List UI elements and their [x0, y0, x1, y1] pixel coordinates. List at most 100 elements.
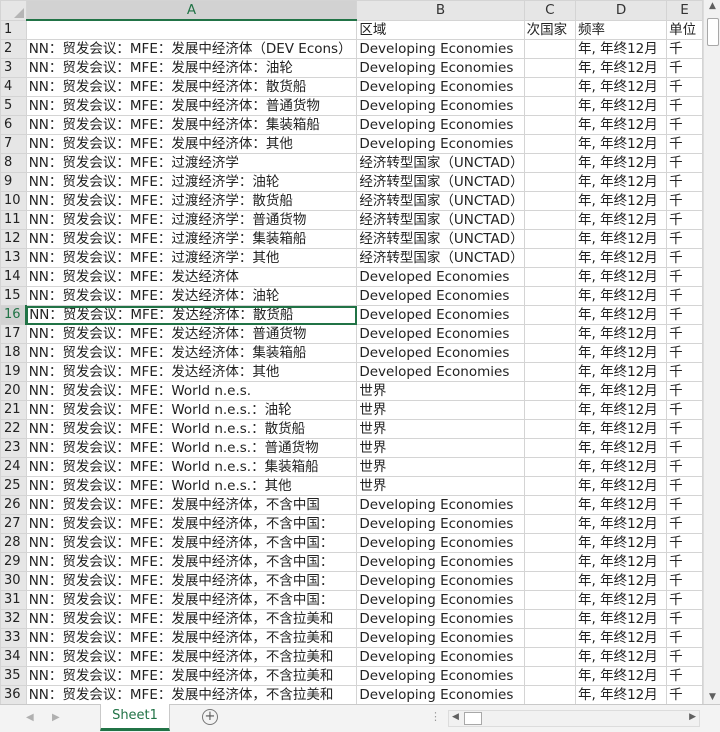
cell-a[interactable]: NN：贸发会议：MFE：发达经济体：其他 — [25, 362, 358, 382]
cell-a[interactable]: NN：贸发会议：MFE：发展中经济体，不含中国： — [25, 533, 358, 553]
row-header[interactable]: 2 — [0, 39, 27, 59]
cell-d[interactable]: 年, 年终12月 — [574, 248, 668, 268]
scroll-down-icon[interactable]: ▼ — [704, 692, 720, 702]
cell-e[interactable]: 千 — [666, 343, 703, 363]
cell-e[interactable]: 千 — [666, 362, 703, 382]
scroll-up-icon[interactable]: ▲ — [704, 1, 720, 11]
cell-e[interactable]: 千 — [666, 457, 703, 477]
cell-a[interactable]: NN：贸发会议：MFE：World n.e.s.：集装箱船 — [25, 457, 358, 477]
cell-c[interactable] — [523, 115, 576, 135]
cell-c[interactable] — [523, 267, 576, 287]
cell-c[interactable] — [523, 324, 576, 344]
row-header[interactable]: 18 — [0, 343, 27, 363]
cell-b[interactable]: Developing Economies — [356, 514, 525, 534]
cell-c[interactable] — [523, 400, 576, 420]
cell-c[interactable] — [523, 590, 576, 610]
row-header[interactable]: 13 — [0, 248, 27, 268]
cell-d[interactable]: 年, 年终12月 — [574, 267, 668, 287]
cell-c[interactable] — [523, 381, 576, 401]
cell-a[interactable]: NN：贸发会议：MFE：发展中经济体：散货船 — [25, 77, 358, 97]
cell-b[interactable]: Developing Economies — [356, 77, 525, 97]
cell-c[interactable] — [523, 153, 576, 173]
cell-c[interactable] — [523, 666, 576, 686]
cell-e[interactable]: 千 — [666, 476, 703, 496]
cell-e[interactable]: 千 — [666, 305, 703, 325]
row-header[interactable]: 19 — [0, 362, 27, 382]
cell-a[interactable]: NN：贸发会议：MFE：World n.e.s.：油轮 — [25, 400, 358, 420]
cell-e[interactable]: 千 — [666, 58, 703, 78]
cell-d[interactable]: 年, 年终12月 — [574, 381, 668, 401]
cell-c[interactable] — [523, 438, 576, 458]
cell-e[interactable]: 千 — [666, 628, 703, 648]
cell-e[interactable]: 千 — [666, 590, 703, 610]
cell-b[interactable]: Developing Economies — [356, 495, 525, 515]
cell-a[interactable]: NN：贸发会议：MFE：发展中经济体，不含拉美和 — [25, 609, 358, 629]
cell-a[interactable]: NN：贸发会议：MFE：发展中经济体（DEV Econs） — [25, 39, 358, 59]
scroll-left-icon[interactable]: ◀ — [452, 712, 459, 722]
cell-c[interactable] — [523, 58, 576, 78]
cell-d[interactable]: 年, 年终12月 — [574, 58, 668, 78]
cell-a[interactable]: NN：贸发会议：MFE：发展中经济体，不含中国： — [25, 571, 358, 591]
cell-b[interactable]: 世界 — [356, 381, 525, 401]
cell-d[interactable]: 年, 年终12月 — [574, 77, 668, 97]
cell-a[interactable]: NN：贸发会议：MFE：过渡经济学：油轮 — [25, 172, 358, 192]
cell-e[interactable]: 千 — [666, 172, 703, 192]
cell-c[interactable] — [523, 210, 576, 230]
cell-b[interactable]: Developing Economies — [356, 609, 525, 629]
cell-e[interactable]: 千 — [666, 666, 703, 686]
cell-c[interactable] — [523, 343, 576, 363]
cell-b[interactable]: Developed Economies — [356, 362, 525, 382]
cell-b[interactable]: 世界 — [356, 419, 525, 439]
cell-c[interactable] — [523, 685, 576, 704]
row-header[interactable]: 27 — [0, 514, 27, 534]
cell-b[interactable]: 世界 — [356, 438, 525, 458]
cell-e[interactable]: 千 — [666, 533, 703, 553]
cell-b[interactable]: Developing Economies — [356, 134, 525, 154]
cell-e[interactable]: 千 — [666, 324, 703, 344]
cell-a[interactable]: NN：贸发会议：MFE：发展中经济体：其他 — [25, 134, 358, 154]
row-header[interactable]: 22 — [0, 419, 27, 439]
row-header[interactable]: 26 — [0, 495, 27, 515]
cell-d[interactable]: 年, 年终12月 — [574, 590, 668, 610]
row-header[interactable]: 11 — [0, 210, 27, 230]
cell-d[interactable]: 年, 年终12月 — [574, 571, 668, 591]
cell-a[interactable]: NN：贸发会议：MFE：过渡经济学：集装箱船 — [25, 229, 358, 249]
cell-c[interactable] — [523, 552, 576, 572]
cell-a[interactable]: NN：贸发会议：MFE：发展中经济体，不含中国： — [25, 590, 358, 610]
cell-b[interactable]: Developing Economies — [356, 628, 525, 648]
cell-d[interactable]: 年, 年终12月 — [574, 286, 668, 306]
cell-a[interactable]: NN：贸发会议：MFE：发展中经济体：普通货物 — [25, 96, 358, 116]
cell-e[interactable]: 千 — [666, 115, 703, 135]
next-sheet-icon[interactable]: ▶ — [52, 712, 60, 723]
cell-b[interactable]: 世界 — [356, 400, 525, 420]
cell-a[interactable]: NN：贸发会议：MFE：World n.e.s.：散货船 — [25, 419, 358, 439]
cell-d[interactable]: 年, 年终12月 — [574, 438, 668, 458]
cell-c[interactable] — [523, 495, 576, 515]
cell-d[interactable]: 年, 年终12月 — [574, 324, 668, 344]
cell-e[interactable]: 千 — [666, 571, 703, 591]
cell-a[interactable]: NN：贸发会议：MFE：发展中经济体，不含中国 — [25, 495, 358, 515]
row-header[interactable]: 4 — [0, 77, 27, 97]
cell-b[interactable]: Developing Economies — [356, 115, 525, 135]
cell-b[interactable]: Developing Economies — [356, 533, 525, 553]
cell-b[interactable]: Developing Economies — [356, 58, 525, 78]
cell-b[interactable]: 经济转型国家（UNCTAD） — [356, 153, 525, 173]
row-header[interactable]: 1 — [0, 19, 27, 40]
sheet-tab-sheet1[interactable]: Sheet1 — [100, 704, 170, 731]
column-header-e[interactable]: E — [666, 0, 703, 21]
cell-b[interactable]: Developed Economies — [356, 324, 525, 344]
cell-c[interactable] — [523, 191, 576, 211]
cell-d[interactable]: 年, 年终12月 — [574, 552, 668, 572]
cell-c[interactable] — [523, 229, 576, 249]
row-header[interactable]: 6 — [0, 115, 27, 135]
cell-d[interactable]: 频率 — [574, 19, 668, 40]
cell-a[interactable]: NN：贸发会议：MFE：发达经济体 — [25, 267, 358, 287]
cell-d[interactable]: 年, 年终12月 — [574, 96, 668, 116]
cell-b[interactable]: 区域 — [356, 19, 525, 40]
cell-b[interactable]: 世界 — [356, 476, 525, 496]
column-header-c[interactable]: C — [523, 0, 576, 21]
row-header[interactable]: 23 — [0, 438, 27, 458]
cell-a[interactable]: NN：贸发会议：MFE：过渡经济学：散货船 — [25, 191, 358, 211]
cell-e[interactable]: 千 — [666, 495, 703, 515]
row-header[interactable]: 17 — [0, 324, 27, 344]
